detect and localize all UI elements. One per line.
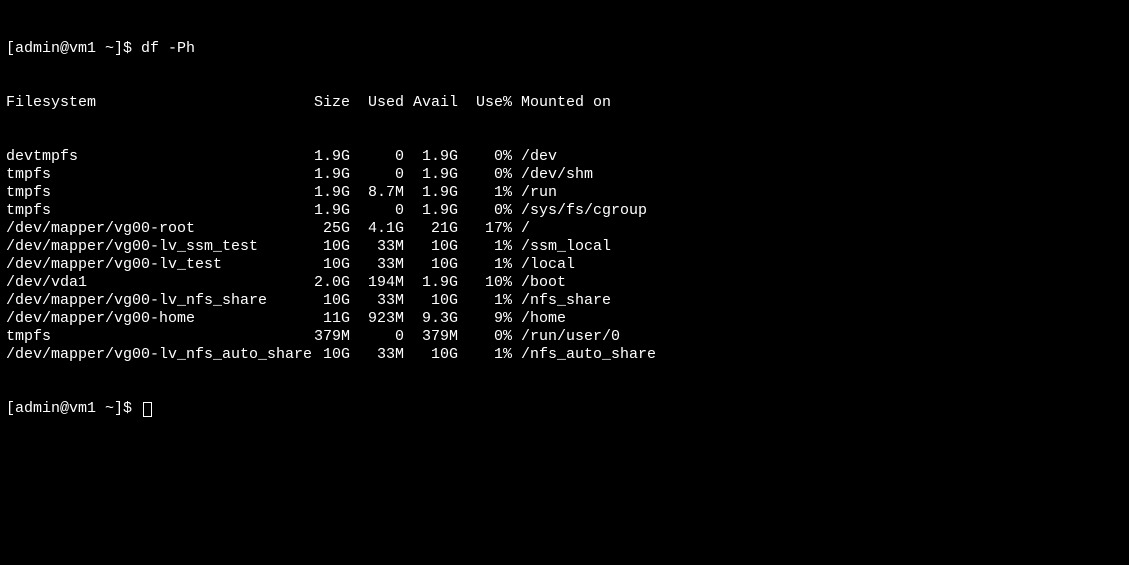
- cell-mount: /nfs_share: [512, 292, 611, 310]
- cell-usepct: 1%: [458, 346, 512, 364]
- cursor-icon: [143, 402, 152, 417]
- cell-used: 0: [350, 328, 404, 346]
- cell-filesystem: /dev/mapper/vg00-lv_test: [6, 256, 296, 274]
- table-row: /dev/mapper/vg00-lv_nfs_share10G33M10G1%…: [6, 292, 1123, 310]
- cell-usepct: 0%: [458, 202, 512, 220]
- terminal-output[interactable]: [admin@vm1 ~]$ df -Ph FilesystemSizeUsed…: [6, 4, 1123, 436]
- cell-avail: 1.9G: [404, 274, 458, 292]
- cell-size: 2.0G: [296, 274, 350, 292]
- cell-mount: /dev: [512, 148, 557, 166]
- cell-usepct: 17%: [458, 220, 512, 238]
- command-line: [admin@vm1 ~]$ df -Ph: [6, 40, 1123, 58]
- cell-mount: /sys/fs/cgroup: [512, 202, 647, 220]
- cell-avail: 1.9G: [404, 184, 458, 202]
- cell-size: 10G: [296, 346, 350, 364]
- cell-used: 0: [350, 202, 404, 220]
- header-filesystem: Filesystem: [6, 94, 296, 112]
- cell-filesystem: tmpfs: [6, 166, 296, 184]
- cell-avail: 379M: [404, 328, 458, 346]
- table-header-row: FilesystemSizeUsedAvailUse%Mounted on: [6, 94, 1123, 112]
- cell-usepct: 1%: [458, 238, 512, 256]
- cell-filesystem: /dev/mapper/vg00-root: [6, 220, 296, 238]
- cell-size: 10G: [296, 256, 350, 274]
- cell-mount: /: [512, 220, 530, 238]
- header-mounted: Mounted on: [512, 94, 611, 112]
- cell-mount: /dev/shm: [512, 166, 593, 184]
- header-size: Size: [296, 94, 350, 112]
- cell-used: 33M: [350, 238, 404, 256]
- cell-mount: /run/user/0: [512, 328, 620, 346]
- cell-filesystem: /dev/mapper/vg00-lv_nfs_auto_share: [6, 346, 296, 364]
- cell-size: 1.9G: [296, 202, 350, 220]
- cell-mount: /home: [512, 310, 566, 328]
- cell-usepct: 1%: [458, 292, 512, 310]
- cell-used: 33M: [350, 256, 404, 274]
- table-row: tmpfs1.9G01.9G0%/dev/shm: [6, 166, 1123, 184]
- table-row: /dev/mapper/vg00-root25G4.1G21G17%/: [6, 220, 1123, 238]
- cell-filesystem: devtmpfs: [6, 148, 296, 166]
- command-text: df -Ph: [141, 40, 195, 57]
- cell-usepct: 10%: [458, 274, 512, 292]
- cell-mount: /boot: [512, 274, 566, 292]
- cell-usepct: 0%: [458, 328, 512, 346]
- cell-mount: /nfs_auto_share: [512, 346, 656, 364]
- table-row: /dev/vda12.0G194M1.9G10%/boot: [6, 274, 1123, 292]
- cell-usepct: 9%: [458, 310, 512, 328]
- cell-used: 0: [350, 166, 404, 184]
- cell-filesystem: /dev/mapper/vg00-home: [6, 310, 296, 328]
- table-row: devtmpfs1.9G01.9G0%/dev: [6, 148, 1123, 166]
- table-row: tmpfs1.9G01.9G0%/sys/fs/cgroup: [6, 202, 1123, 220]
- cell-size: 10G: [296, 292, 350, 310]
- cell-filesystem: /dev/mapper/vg00-lv_nfs_share: [6, 292, 296, 310]
- cell-avail: 1.9G: [404, 148, 458, 166]
- cell-usepct: 1%: [458, 184, 512, 202]
- header-used: Used: [350, 94, 404, 112]
- cell-size: 11G: [296, 310, 350, 328]
- cell-avail: 1.9G: [404, 202, 458, 220]
- cell-size: 1.9G: [296, 148, 350, 166]
- cell-mount: /local: [512, 256, 575, 274]
- table-row: /dev/mapper/vg00-home11G923M9.3G9%/home: [6, 310, 1123, 328]
- cell-used: 923M: [350, 310, 404, 328]
- table-row: tmpfs379M0379M0%/run/user/0: [6, 328, 1123, 346]
- cell-filesystem: tmpfs: [6, 184, 296, 202]
- cell-filesystem: tmpfs: [6, 202, 296, 220]
- cell-size: 1.9G: [296, 184, 350, 202]
- cell-size: 1.9G: [296, 166, 350, 184]
- cell-size: 10G: [296, 238, 350, 256]
- cell-avail: 21G: [404, 220, 458, 238]
- cell-mount: /ssm_local: [512, 238, 611, 256]
- cell-size: 25G: [296, 220, 350, 238]
- table-row: tmpfs1.9G8.7M1.9G1%/run: [6, 184, 1123, 202]
- cell-usepct: 0%: [458, 166, 512, 184]
- table-row: /dev/mapper/vg00-lv_test10G33M10G1%/loca…: [6, 256, 1123, 274]
- cell-used: 33M: [350, 292, 404, 310]
- cell-usepct: 1%: [458, 256, 512, 274]
- cell-avail: 10G: [404, 292, 458, 310]
- cell-avail: 10G: [404, 256, 458, 274]
- cell-used: 194M: [350, 274, 404, 292]
- cell-used: 33M: [350, 346, 404, 364]
- table-row: /dev/mapper/vg00-lv_ssm_test10G33M10G1%/…: [6, 238, 1123, 256]
- prompt-line: [admin@vm1 ~]$: [6, 400, 1123, 418]
- cell-used: 0: [350, 148, 404, 166]
- cell-avail: 1.9G: [404, 166, 458, 184]
- table-row: /dev/mapper/vg00-lv_nfs_auto_share10G33M…: [6, 346, 1123, 364]
- cell-avail: 10G: [404, 238, 458, 256]
- header-avail: Avail: [404, 94, 458, 112]
- cell-usepct: 0%: [458, 148, 512, 166]
- cell-size: 379M: [296, 328, 350, 346]
- shell-prompt: [admin@vm1 ~]$: [6, 40, 141, 57]
- header-usepct: Use%: [458, 94, 512, 112]
- cell-used: 8.7M: [350, 184, 404, 202]
- cell-filesystem: /dev/mapper/vg00-lv_ssm_test: [6, 238, 296, 256]
- cell-filesystem: /dev/vda1: [6, 274, 296, 292]
- cell-mount: /run: [512, 184, 557, 202]
- cell-avail: 9.3G: [404, 310, 458, 328]
- cell-used: 4.1G: [350, 220, 404, 238]
- cell-filesystem: tmpfs: [6, 328, 296, 346]
- cell-avail: 10G: [404, 346, 458, 364]
- shell-prompt: [admin@vm1 ~]$: [6, 400, 141, 417]
